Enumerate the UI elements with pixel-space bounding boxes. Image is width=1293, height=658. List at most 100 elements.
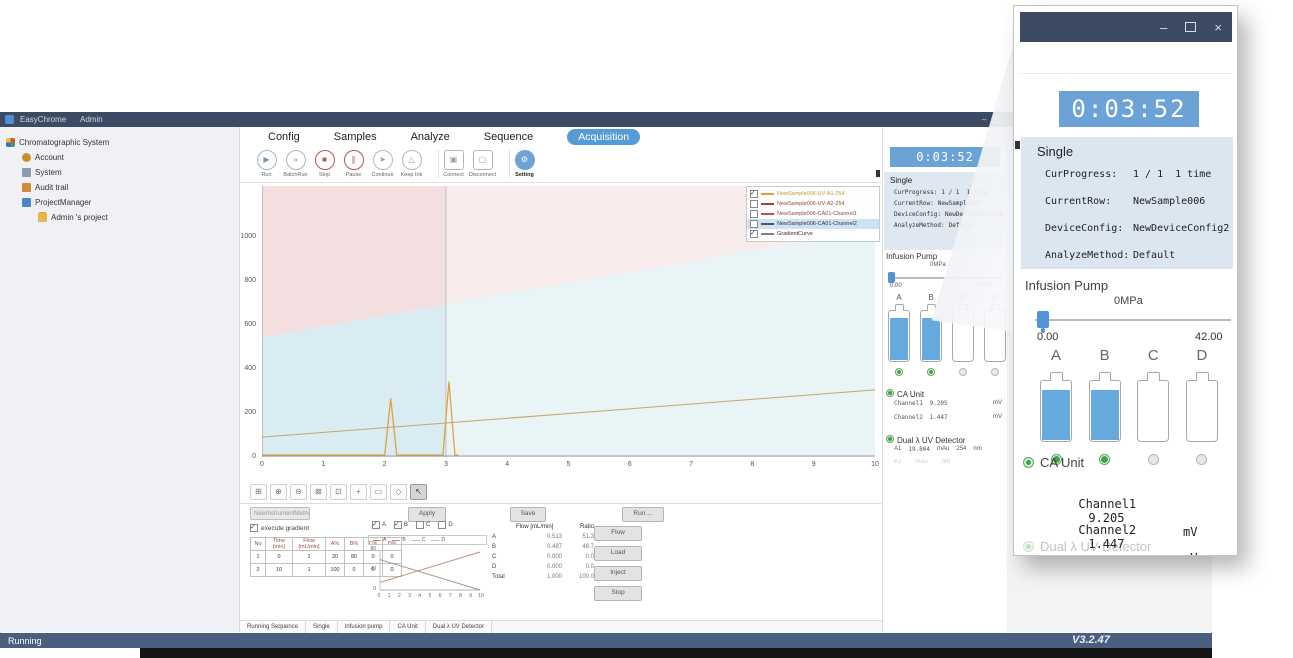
minimize-icon[interactable]: – [982,115,986,124]
taskbar-strip [140,648,1212,658]
menu-config[interactable]: Config [268,131,300,143]
legend-row[interactable]: NewSample006-UV-A1-254 [747,189,879,199]
gt-cell: 20 [326,551,345,564]
toolbar-button[interactable]: ➤ Continue [368,150,397,178]
channel-checkbox-label: B [404,522,408,528]
legend-line-swatch [761,193,774,195]
ft-ratio-value: 0.0 [562,554,594,560]
zoom-tool-button[interactable]: ◇ [390,484,407,500]
toolbar-button[interactable]: ⚙ Setting [509,150,539,178]
toolbar-button-label: Connect [439,172,468,178]
zoom-tool-button[interactable]: ▭ [370,484,387,500]
legend-row[interactable]: NewSample006-UV-A2-254 [747,199,879,209]
sidebar-item-icon [22,198,31,207]
channel-checkbox-item[interactable]: B [394,521,408,529]
restore-icon[interactable] [1185,22,1196,32]
menu-analyze[interactable]: Analyze [411,131,450,143]
single-run-info-large: Single CurProgress:1 / 1 1 time CurrentR… [1021,137,1233,269]
gradient-channel-checkboxes: A B C D [372,521,453,529]
toolbar-button[interactable]: ▶ Run [252,150,281,178]
ca-unit-title: CA Unit [897,390,924,399]
sidebar-item[interactable]: ProjectManager [0,195,239,210]
sidebar-item[interactable]: Account [0,150,239,165]
channel-checkbox-item[interactable]: C [416,521,430,529]
toolbar-button[interactable]: ▢ Disconnect [468,150,497,178]
sidebar-item-label: Audit trail [35,183,68,192]
channel-checkbox[interactable] [438,521,446,529]
run-button[interactable]: Run ... [622,507,664,522]
close-icon[interactable]: × [1214,21,1222,34]
zoom-tool-button[interactable]: ⊡ [330,484,347,500]
ft-ratio-value: 51.3 [562,534,594,540]
toolbar-button[interactable]: ∥ Pause [339,150,368,178]
toolbar-button-icon: ➤ [373,150,393,170]
legend-checkbox[interactable] [750,190,758,198]
pump-action-button[interactable]: Flow [594,526,642,541]
sidebar-item[interactable]: System [0,165,239,180]
toolbar-button-icon: ■ [315,150,335,170]
menu-samples[interactable]: Samples [334,131,377,143]
toolbar-button[interactable]: » BatchRun [281,150,310,178]
legend-row[interactable]: GradientCurve [747,229,879,239]
bottom-tab[interactable]: Single [306,621,338,633]
zoom-tool-button[interactable]: ↖ [410,484,427,500]
channel-checkbox[interactable] [394,521,402,529]
info-value: NewSample006 [1133,196,1205,207]
channel-checkbox[interactable] [372,521,380,529]
bottle-status-led [959,368,967,376]
pump-action-button[interactable]: Load [594,546,642,561]
sidebar-item[interactable]: Chromatographic System [0,135,239,150]
gt-cell: 0 [266,551,293,564]
minimize-icon[interactable]: – [1160,21,1167,34]
toolbar-button[interactable]: ▣ Connect [438,150,468,178]
bottom-tab[interactable]: Dual λ UV Detector [426,621,492,633]
pump-action-button[interactable]: Stop [594,586,642,601]
save-button[interactable]: Save [510,507,546,522]
zoom-tool-button[interactable]: ⊕ [270,484,287,500]
instrument-method-combo[interactable]: NewInstrumentMethod1 [250,507,310,520]
channel-unit: mV [1183,525,1197,539]
single-section-title: Single [1037,144,1233,159]
legend-checkbox[interactable] [750,220,758,228]
zoom-tool-button[interactable]: ⊠ [310,484,327,500]
ft-flow-value: 0.513 [516,534,562,540]
panel-collapse-icon[interactable] [876,170,880,177]
bottle-label: C [1138,347,1168,364]
legend-row[interactable]: NewSample006-CA01-Channel1 [747,209,879,219]
pressure-slider-thumb[interactable] [888,272,895,283]
sidebar-item[interactable]: Admin 's project [0,210,239,225]
bottom-tab[interactable]: CA Unit [390,621,425,633]
pressure-slider-thumb[interactable] [1037,311,1049,328]
mini-x-tick: 10 [476,593,486,599]
mini-legend-line [431,540,439,541]
pump-section-title: Infusion Pump [1025,278,1108,293]
legend-checkbox[interactable] [750,230,758,238]
channel-checkbox[interactable] [416,521,424,529]
legend-row[interactable]: NewSample006-CA01-Channel2 [747,219,879,229]
ft-row-label: Total [492,574,516,580]
channel-checkbox-item[interactable]: D [438,521,452,529]
zoom-tool-button[interactable]: ⊖ [290,484,307,500]
menu-sequence[interactable]: Sequence [484,131,534,143]
screenshot-root: EasyChrome Admin – × Chromatographic Sys… [0,0,1293,658]
channel-checkbox-item[interactable]: A [372,521,386,529]
divider [1020,73,1232,74]
pump-action-button[interactable]: Inject [594,566,642,581]
legend-checkbox[interactable] [750,200,758,208]
zoom-tool-button[interactable]: ⊞ [250,484,267,500]
toolbar-button[interactable]: ■ Stop [310,150,339,178]
sidebar-item[interactable]: Audit trail [0,180,239,195]
menu-acquisition-active[interactable]: Acquisition [567,129,640,145]
bottom-tab[interactable]: Running Sequence [240,621,306,633]
mini-legend-item: C [412,537,426,543]
execute-gradient-checkbox[interactable] [250,524,258,532]
bottom-tab[interactable]: Infusion pump [338,621,391,633]
y-tick-label: 400 [228,364,256,374]
apply-button[interactable]: Apply [408,507,446,522]
zoom-tool-button[interactable]: + [350,484,367,500]
legend-checkbox[interactable] [750,210,758,218]
pressure-slider-track[interactable] [1035,319,1231,321]
solvent-bottle-slot: A [1040,347,1072,465]
toolbar-button[interactable]: △ Keep Ink [397,150,426,178]
legend-label: NewSample006-CA01-Channel2 [777,221,857,227]
